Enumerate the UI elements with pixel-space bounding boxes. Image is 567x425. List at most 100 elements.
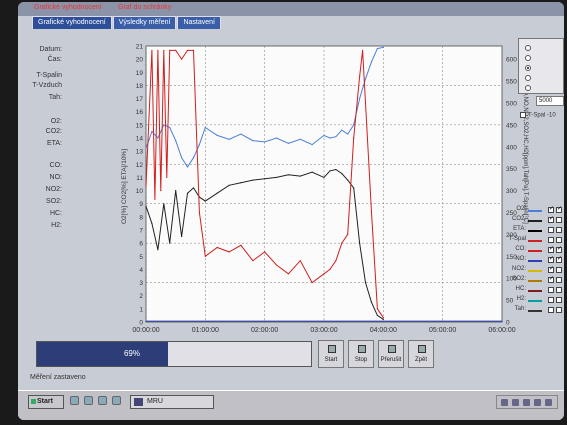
data-point-no [382,320,384,322]
data-point-co [240,244,242,246]
legend-name: SO2: [512,276,526,282]
label-eta: ETA: [46,140,62,147]
range-limit-input[interactable]: 5000 [536,96,564,106]
data-point-co [216,246,218,249]
tray-clock-icon[interactable] [545,399,552,406]
data-point-co2 [299,175,301,177]
tspal-checkbox-box[interactable] [520,112,526,118]
legend-show-checkbox[interactable] [548,215,554,223]
data-point-co2 [359,242,361,244]
legend-name: T-Spal [508,236,526,242]
data-point-no [323,320,325,322]
data-point-o2 [186,166,189,168]
legend-scale-checkbox[interactable] [556,277,562,283]
y-right-tick-label: 450 [506,122,517,129]
data-point-co [181,58,183,60]
legend-row: H2: [496,296,564,306]
label-tah: Tah: [48,94,62,101]
legend-scale-checkbox[interactable] [556,307,562,313]
tab-settings[interactable]: Nastavení [177,16,221,29]
legend-show-checkbox[interactable] [548,237,554,243]
tray-lang-icon[interactable] [534,399,541,406]
play-icon [328,345,336,353]
data-point-co2 [376,314,378,317]
data-point-co [353,137,355,139]
legend-show-checkbox[interactable] [548,307,554,313]
data-point-co2 [175,189,177,192]
copy-graph-link[interactable]: Graf do schránky [118,4,171,11]
quicklaunch-outlook-icon[interactable] [84,396,93,405]
legend-name: CO: [515,246,526,252]
legend-show-checkbox[interactable] [548,265,554,273]
legend-scale-checkbox[interactable] [556,227,562,233]
taskbar-item-mru[interactable]: MRU [130,395,214,409]
legend-scale-checkbox[interactable] [556,245,562,253]
legend-scale-checkbox[interactable] [556,217,562,223]
range-radio-4[interactable] [525,75,531,81]
legend-show-checkbox[interactable] [548,245,554,253]
tspal-checkbox[interactable]: T-Spal -10 [520,112,556,119]
legend-scale-checkbox[interactable] [556,287,562,293]
legend-show-checkbox[interactable] [548,205,554,213]
tab-graph[interactable]: Grafické vyhodnocení [32,16,112,29]
data-point-co2 [157,249,159,251]
legend-scale-checkbox[interactable] [556,237,562,243]
tray-app-icon[interactable] [523,399,530,406]
stop-button[interactable]: Stop [348,340,374,368]
legend-row: ETA: [496,226,564,236]
start-button[interactable]: Start [318,340,344,368]
data-point-co [175,49,177,51]
data-point-co2 [181,235,183,238]
back-button[interactable]: Zpět [408,340,434,368]
data-point-co [166,176,168,179]
y-right-tick-label: 550 [506,79,517,86]
quicklaunch-desktop-icon[interactable] [98,396,107,405]
data-point-co [359,76,361,78]
data-point-co2 [216,192,218,194]
measurement-progress-bar: 69% [36,341,312,367]
data-point-o2 [341,129,343,131]
legend-swatch [528,240,542,242]
data-point-co2 [204,200,206,202]
range-radio-5[interactable] [525,85,531,91]
range-radio-1[interactable] [525,45,531,51]
legend-scale-checkbox[interactable] [556,205,562,213]
x-tick-label: 04:00:00 [370,327,397,334]
legend-show-checkbox[interactable] [548,287,554,293]
legend-name: NO: [515,256,526,262]
y-left-tick-label: 8 [139,214,143,221]
data-point-co2 [163,203,165,205]
start-menu-button[interactable]: Start [28,395,64,409]
data-point-o2 [157,137,159,139]
pause-button[interactable]: Přerušit [378,340,404,368]
range-radio-2[interactable] [525,55,531,61]
data-point-co2 [364,281,367,284]
stop-icon [358,345,366,353]
measurement-chart[interactable]: 00:00:00 01:00:00 02:00:00 03:00:00 04:00:00… [62,32,532,342]
data-point-co2 [329,170,331,172]
data-point-o2 [252,140,254,142]
data-point-no [501,320,503,322]
data-point-no [145,320,147,322]
legend-scale-checkbox[interactable] [556,267,562,273]
legend-scale-checkbox[interactable] [556,297,562,303]
label-no: NO: [49,174,62,181]
legend-show-checkbox[interactable] [548,227,554,233]
legend-show-checkbox[interactable] [548,297,554,303]
data-point-co [204,255,206,257]
data-point-co [335,260,337,262]
quicklaunch-app-icon[interactable] [112,396,121,405]
data-point-o2 [198,143,200,146]
tab-results[interactable]: Výsledky měření [112,16,177,29]
label-hc: HC: [49,210,62,217]
y-left-tick-label: 9 [139,201,143,208]
quicklaunch-ie-icon[interactable] [70,396,79,405]
legend-show-checkbox[interactable] [548,275,554,283]
legend-show-checkbox[interactable] [548,255,554,263]
tray-network-icon[interactable] [501,399,508,406]
legend-swatch [528,270,542,272]
range-radio-3[interactable] [525,65,531,71]
legend-scale-checkbox[interactable] [556,255,562,263]
tray-volume-icon[interactable] [512,399,519,406]
data-point-co [228,251,230,253]
